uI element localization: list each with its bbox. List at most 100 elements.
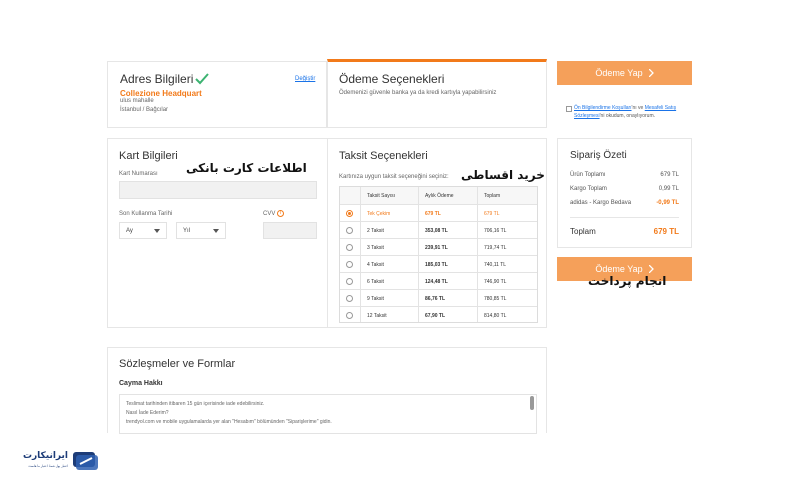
divider [327,139,328,327]
installment-count: 2 Taksit [367,227,384,234]
installment-monthly: 124,48 TL [425,278,448,285]
logo-name: ایرانیکارت [22,451,68,461]
agreement-text-box[interactable]: Teslimat tarihinden itibaren 15 gün içer… [119,394,537,434]
installment-row[interactable]: 12 Taksit 67,90 TL 814,80 TL [340,306,537,323]
installment-total: 719,74 TL [484,244,507,251]
summary-label: Ürün Toplamı [570,172,606,178]
terms-checkbox[interactable] [566,106,572,112]
summary-row: adidas - Kargo Bedava -0,99 TL [570,200,679,206]
cvv-input[interactable] [263,222,317,239]
installment-radio[interactable] [346,278,353,285]
expiry-label: Son Kullanma Tarihi [119,211,173,217]
summary-value: 0,99 TL [658,186,679,192]
installment-row[interactable]: 2 Taksit 353,08 TL 706,16 TL [340,221,537,238]
terms-end: 'ni okudum, onaylıyorum. [599,113,656,119]
payment-form-card: Kart Bilgileri Kart Numarası Son Kullanm… [107,138,547,328]
terms-area: Ön Bilgilendirme Koşulları'nı ve Mesafel… [566,104,688,122]
installments-title: Taksit Seçenekleri [339,150,428,162]
summary-divider [570,217,679,218]
pay-button-label: Ödeme Yap [595,264,643,274]
installment-row[interactable]: 9 Taksit 86,76 TL 780,85 TL [340,289,537,306]
pay-annotation: انجام پرداخت [588,274,667,288]
installment-monthly: 67,90 TL [425,312,446,319]
installment-monthly: 185,03 TL [425,261,448,268]
summary-row: Ürün Toplamı 679 TL [570,172,679,178]
chevron-down-icon [154,228,160,233]
installment-radio[interactable] [346,312,353,319]
header-monthly: Aylık Ödeme [425,192,454,199]
summary-value: -0,99 TL [656,200,679,206]
installments-annotation: خرید اقساطی [461,168,545,182]
installment-total: 706,16 TL [484,227,507,234]
card-number-label: Kart Numarası [119,171,158,177]
address-card: Adres Bilgileri Değiştir Collezione Head… [107,61,327,128]
edit-address-link[interactable]: Değiştir [295,76,315,82]
payment-options-subtitle: Ödemenizi güvenle banka ya da kredi kart… [339,90,497,96]
agreements-card: Sözleşmeler ve Formlar Cayma Hakkı Tesli… [107,347,547,434]
card-number-input[interactable] [119,181,317,199]
table-column-divider [418,187,419,322]
installments-subtitle: Kartınıza uygun taksit seçeneğini seçini… [339,174,449,180]
installments-header-row: Taksit Sayısı Aylık Ödeme Toplam [340,187,537,204]
summary-value: 679 TL [660,172,679,178]
installment-total: 814,80 TL [484,312,507,319]
installment-monthly: 239,91 TL [425,244,448,251]
installment-row[interactable]: 4 Taksit 185,03 TL 740,11 TL [340,255,537,272]
installment-monthly: 679 TL [425,210,441,217]
installment-radio[interactable] [346,261,353,268]
chevron-down-icon [213,228,219,233]
radio-cell [346,307,353,324]
summary-title: Sipariş Özeti [570,150,627,161]
terms-mid: 'nı ve [631,105,644,111]
radio-cell [346,256,353,273]
payment-options-tab[interactable]: Ödeme Seçenekleri Ödemenizi güvenle bank… [327,59,547,128]
agreement-line: trendyol.com ve mobile uygulamalarda yer… [126,419,332,425]
summary-total-row: Toplam 679 TL [570,227,679,236]
total-value: 679 TL [653,227,679,236]
installment-radio[interactable] [346,295,353,302]
table-column-divider [477,187,478,322]
radio-cell [346,239,353,256]
radio-cell [346,273,353,290]
installment-count: 6 Taksit [367,278,384,285]
agreements-title: Sözleşmeler ve Formlar [119,358,236,370]
installment-total: 679 TL [484,210,500,217]
order-summary-card: Sipariş Özeti Ürün Toplamı 679 TL Kargo … [557,138,692,248]
pre-info-terms-link[interactable]: Ön Bilgilendirme Koşulları [574,105,632,111]
card-info-annotation: اطلاعات کارت بانکی [186,161,307,175]
chevron-right-icon [648,69,654,77]
agreement-line: Teslimat tarihinden itibaren 15 gün içer… [126,401,265,407]
logo-tagline: اعتبار پول شما، اعتبار ما هاست [28,464,68,468]
year-select-value: Yıl [183,227,191,234]
installment-total: 740,11 TL [484,261,507,268]
year-select[interactable]: Yıl [176,222,226,239]
agreement-line: Nasıl İade Ederim? [126,410,169,416]
installment-row[interactable]: Tek Çekim 679 TL 679 TL [340,204,537,221]
installment-row[interactable]: 6 Taksit 124,48 TL 746,90 TL [340,272,537,289]
header-total: Toplam [484,192,501,199]
chevron-right-icon [648,265,654,273]
installment-count: 9 Taksit [367,295,384,302]
table-column-divider [360,187,361,322]
installment-radio[interactable] [346,244,353,251]
installment-radio[interactable] [346,227,353,234]
installment-radio[interactable] [346,210,353,217]
total-label: Toplam [570,227,596,236]
scrollbar[interactable] [530,396,534,410]
check-icon [195,73,209,85]
terms-text: Ön Bilgilendirme Koşulları'nı ve Mesafel… [574,104,694,120]
installment-count: Tek Çekim [367,210,391,217]
month-select[interactable]: Ay [119,222,167,239]
header-count: Taksit Sayısı [367,192,396,199]
pay-button-top[interactable]: Ödeme Yap [557,61,692,85]
installment-monthly: 353,08 TL [425,227,448,234]
radio-cell [346,222,353,239]
installment-row[interactable]: 3 Taksit 239,91 TL 719,74 TL [340,238,537,255]
installment-count: 3 Taksit [367,244,384,251]
info-icon[interactable]: i [277,210,284,217]
summary-label: Kargo Toplam [570,186,607,192]
cvv-label: CVV [263,211,276,217]
payment-options-title: Ödeme Seçenekleri [339,72,445,86]
card-logo-icon [73,452,98,470]
radio-cell [346,205,353,222]
